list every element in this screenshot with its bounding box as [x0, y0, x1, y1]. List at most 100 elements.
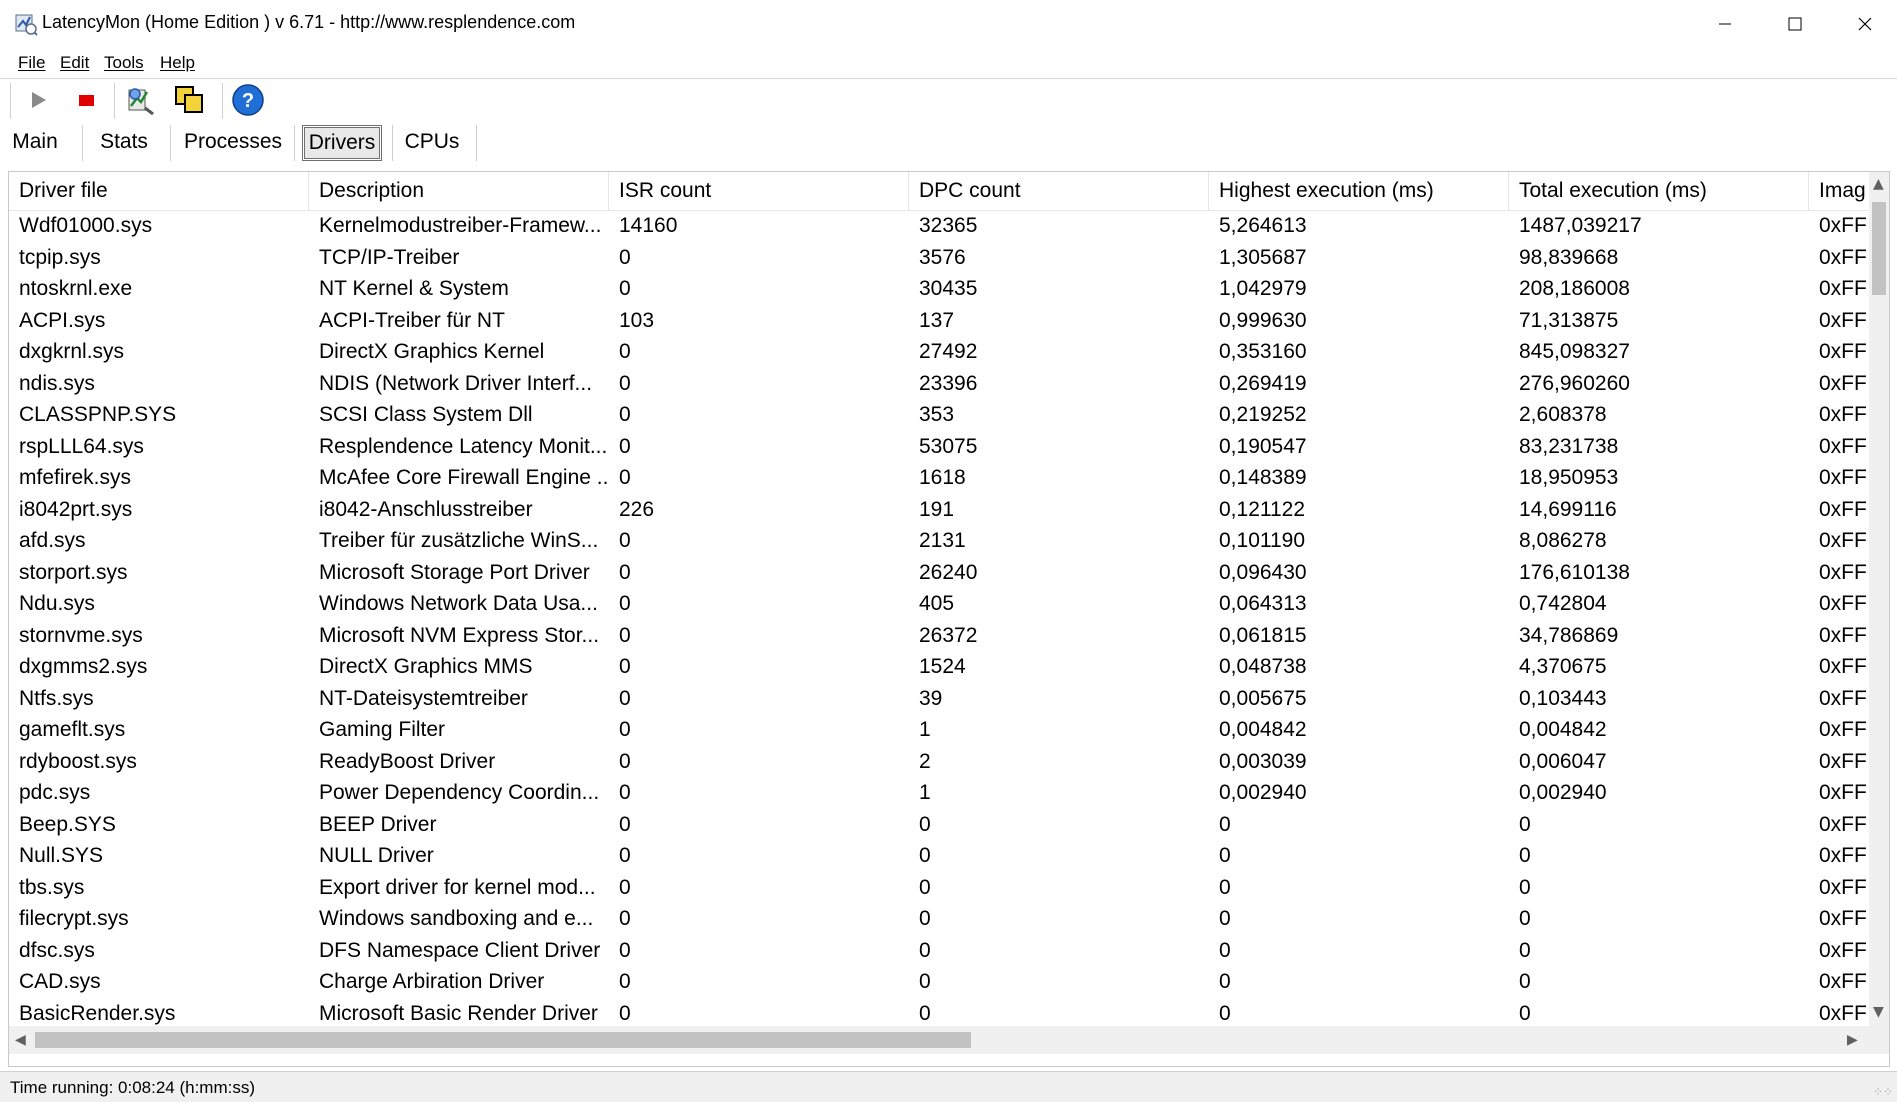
table-row[interactable]: pdc.sys Power Dependency Coordin... 0 1 0,00… [9, 777, 1869, 809]
tab-main[interactable]: Main [6, 125, 64, 159]
maximize-button[interactable] [1760, 0, 1830, 48]
menu-file[interactable]: File [18, 53, 45, 73]
highest-execution-cell: 0,148389 [1219, 466, 1307, 489]
column-header-dpc-count[interactable]: DPC count [909, 172, 1209, 210]
vertical-scroll-thumb[interactable] [1872, 202, 1886, 295]
column-header-driver-file[interactable]: Driver file [9, 172, 309, 210]
image-cell: 0xFF [1819, 308, 1867, 332]
scroll-down-icon[interactable]: ▼ [1873, 1004, 1884, 1020]
isr-count-cell: 0 [619, 812, 631, 836]
description-cell: i8042-Anschlusstreiber [319, 497, 533, 521]
tab-cpus[interactable]: CPUs [400, 125, 464, 159]
table-row[interactable]: mfefirek.sys McAfee Core Firewall Engine … [9, 462, 1869, 494]
highest-execution-cell: 0,048738 [1219, 655, 1307, 678]
table-row[interactable]: rdyboost.sys ReadyBoost Driver 0 2 0,003039 0… [9, 746, 1869, 778]
scroll-left-icon[interactable]: ◀ [15, 1032, 26, 1048]
stop-icon [79, 95, 94, 106]
scroll-up-icon[interactable]: ▲ [1873, 176, 1884, 192]
table-row[interactable]: Ndu.sys Windows Network Data Usa... 0 405 0,… [9, 588, 1869, 620]
dpc-count-cell: 1 [919, 781, 931, 804]
table-row[interactable]: dfsc.sys DFS Namespace Client Driver 0 0 0 0 0… [9, 935, 1869, 967]
driver-file-cell: Wdf01000.sys [19, 214, 153, 237]
column-header-total-execution[interactable]: Total execution (ms) [1509, 172, 1809, 210]
menu-edit[interactable]: Edit [60, 53, 89, 73]
highest-execution-cell: 5,264613 [1219, 214, 1307, 237]
total-execution-cell: 2,608378 [1519, 403, 1607, 426]
minimize-button[interactable] [1690, 0, 1760, 48]
table-row[interactable]: ndis.sys NDIS (Network Driver Interf... 0 2… [9, 368, 1869, 400]
table-row[interactable]: i8042prt.sys i8042-Anschlusstreiber 226 191… [9, 494, 1869, 526]
help-button[interactable]: ? [230, 83, 266, 117]
total-execution-cell: 276,960260 [1519, 371, 1630, 395]
driver-analyze-button[interactable] [124, 83, 160, 117]
table-row[interactable]: afd.sys Treiber für zusätzliche WinS... 0 2… [9, 525, 1869, 557]
table-row[interactable]: CAD.sys Charge Arbiration Driver 0 0 0 0 0xFF [9, 966, 1869, 998]
table-row[interactable]: dxgkrnl.sys DirectX Graphics Kernel 0 27492… [9, 336, 1869, 368]
tab-label: CPUs [404, 130, 460, 153]
table-row[interactable]: Beep.SYS BEEP Driver 0 0 0 0 0xFF [9, 809, 1869, 841]
table-row[interactable]: Ntfs.sys NT-Dateisystemtreiber 0 39 0,005675… [9, 683, 1869, 715]
horizontal-scrollbar[interactable]: ◀ ▶ [9, 1026, 1869, 1054]
menu-help[interactable]: Help [160, 53, 195, 73]
vertical-scrollbar[interactable]: ▲ ▼ [1869, 172, 1889, 1026]
total-execution-cell: 34,786869 [1519, 623, 1619, 647]
table-row[interactable]: Wdf01000.sys Kernelmodustreiber-Framew...… [9, 210, 1869, 242]
column-header-description[interactable]: Description [309, 172, 609, 210]
table-row[interactable]: dxgmms2.sys DirectX Graphics MMS 0 1524 0,04… [9, 651, 1869, 683]
start-button[interactable] [20, 83, 56, 117]
scroll-right-icon[interactable]: ▶ [1847, 1032, 1858, 1048]
table-row[interactable]: rspLLL64.sys Resplendence Latency Monit..… [9, 431, 1869, 463]
driver-file-cell: dxgmms2.sys [19, 655, 148, 678]
table-row[interactable]: ntoskrnl.exe NT Kernel & System 0 30435 1,04… [9, 273, 1869, 305]
isr-count-cell: 103 [619, 308, 655, 332]
table-row[interactable]: ACPI.sys ACPI-Treiber für NT 103 137 0,99963… [9, 305, 1869, 337]
stop-button[interactable] [68, 83, 104, 117]
driver-file-cell: ndis.sys [19, 371, 95, 395]
driver-file-cell: dxgkrnl.sys [19, 340, 125, 363]
dpc-count-cell: 191 [919, 497, 955, 521]
isr-count-cell: 0 [619, 718, 631, 741]
copy-button[interactable] [172, 83, 208, 117]
isr-count-cell: 226 [619, 497, 655, 521]
tab-processes[interactable]: Processes [178, 125, 288, 159]
menu-tools[interactable]: Tools [104, 53, 144, 73]
description-cell: DirectX Graphics Kernel [319, 340, 545, 363]
description-cell: NT-Dateisystemtreiber [319, 686, 528, 710]
total-execution-cell: 0 [1519, 1001, 1531, 1025]
total-execution-cell: 0 [1519, 970, 1531, 993]
column-header-highest-execution[interactable]: Highest execution (ms) [1209, 172, 1509, 210]
table-row[interactable]: stornvme.sys Microsoft NVM Express Stor..… [9, 620, 1869, 652]
column-header-isr-count[interactable]: ISR count [609, 172, 909, 210]
table-row[interactable]: tcpip.sys TCP/IP-Treiber 0 3576 1,305687 98,8… [9, 242, 1869, 274]
table-row[interactable]: storport.sys Microsoft Storage Port Drive… [9, 557, 1869, 589]
dpc-count-cell: 0 [919, 1001, 931, 1025]
dpc-count-cell: 23396 [919, 371, 978, 395]
table-row[interactable]: Null.SYS NULL Driver 0 0 0 0 0xFF [9, 840, 1869, 872]
tab-stats[interactable]: Stats [90, 125, 158, 159]
image-cell: 0xFF [1819, 970, 1867, 993]
isr-count-cell: 0 [619, 434, 631, 458]
table-row[interactable]: filecrypt.sys Windows sandboxing and e...… [9, 903, 1869, 935]
toolbar: ? [0, 79, 1897, 121]
minimize-icon [1719, 23, 1731, 25]
column-header-image[interactable]: Imag [1809, 172, 1869, 210]
dpc-count-cell: 39 [919, 686, 943, 710]
table-row[interactable]: BasicRender.sys Microsoft Basic Render Dr… [9, 998, 1869, 1027]
image-cell: 0xFF [1819, 749, 1867, 773]
tab-drivers[interactable]: Drivers [302, 125, 382, 161]
status-bar: Time running: 0:08:24 (h:mm:ss) ⁘⁘ [0, 1071, 1897, 1102]
close-button[interactable] [1830, 0, 1897, 48]
description-cell: NT Kernel & System [319, 277, 509, 300]
driver-file-cell: Ntfs.sys [19, 686, 94, 710]
table-row[interactable]: CLASSPNP.SYS SCSI Class System Dll 0 353 0,2… [9, 399, 1869, 431]
dpc-count-cell: 0 [919, 938, 931, 962]
resize-grip-icon[interactable]: ⁘⁘ [1873, 1085, 1893, 1099]
isr-count-cell: 0 [619, 970, 631, 993]
table-row[interactable]: gameflt.sys Gaming Filter 0 1 0,004842 0,0048… [9, 714, 1869, 746]
total-execution-cell: 845,098327 [1519, 340, 1630, 363]
description-cell: BEEP Driver [319, 812, 437, 836]
driver-file-cell: rspLLL64.sys [19, 434, 144, 458]
isr-count-cell: 0 [619, 686, 631, 710]
table-row[interactable]: tbs.sys Export driver for kernel mod... 0 0… [9, 872, 1869, 904]
horizontal-scroll-thumb[interactable] [35, 1032, 971, 1048]
